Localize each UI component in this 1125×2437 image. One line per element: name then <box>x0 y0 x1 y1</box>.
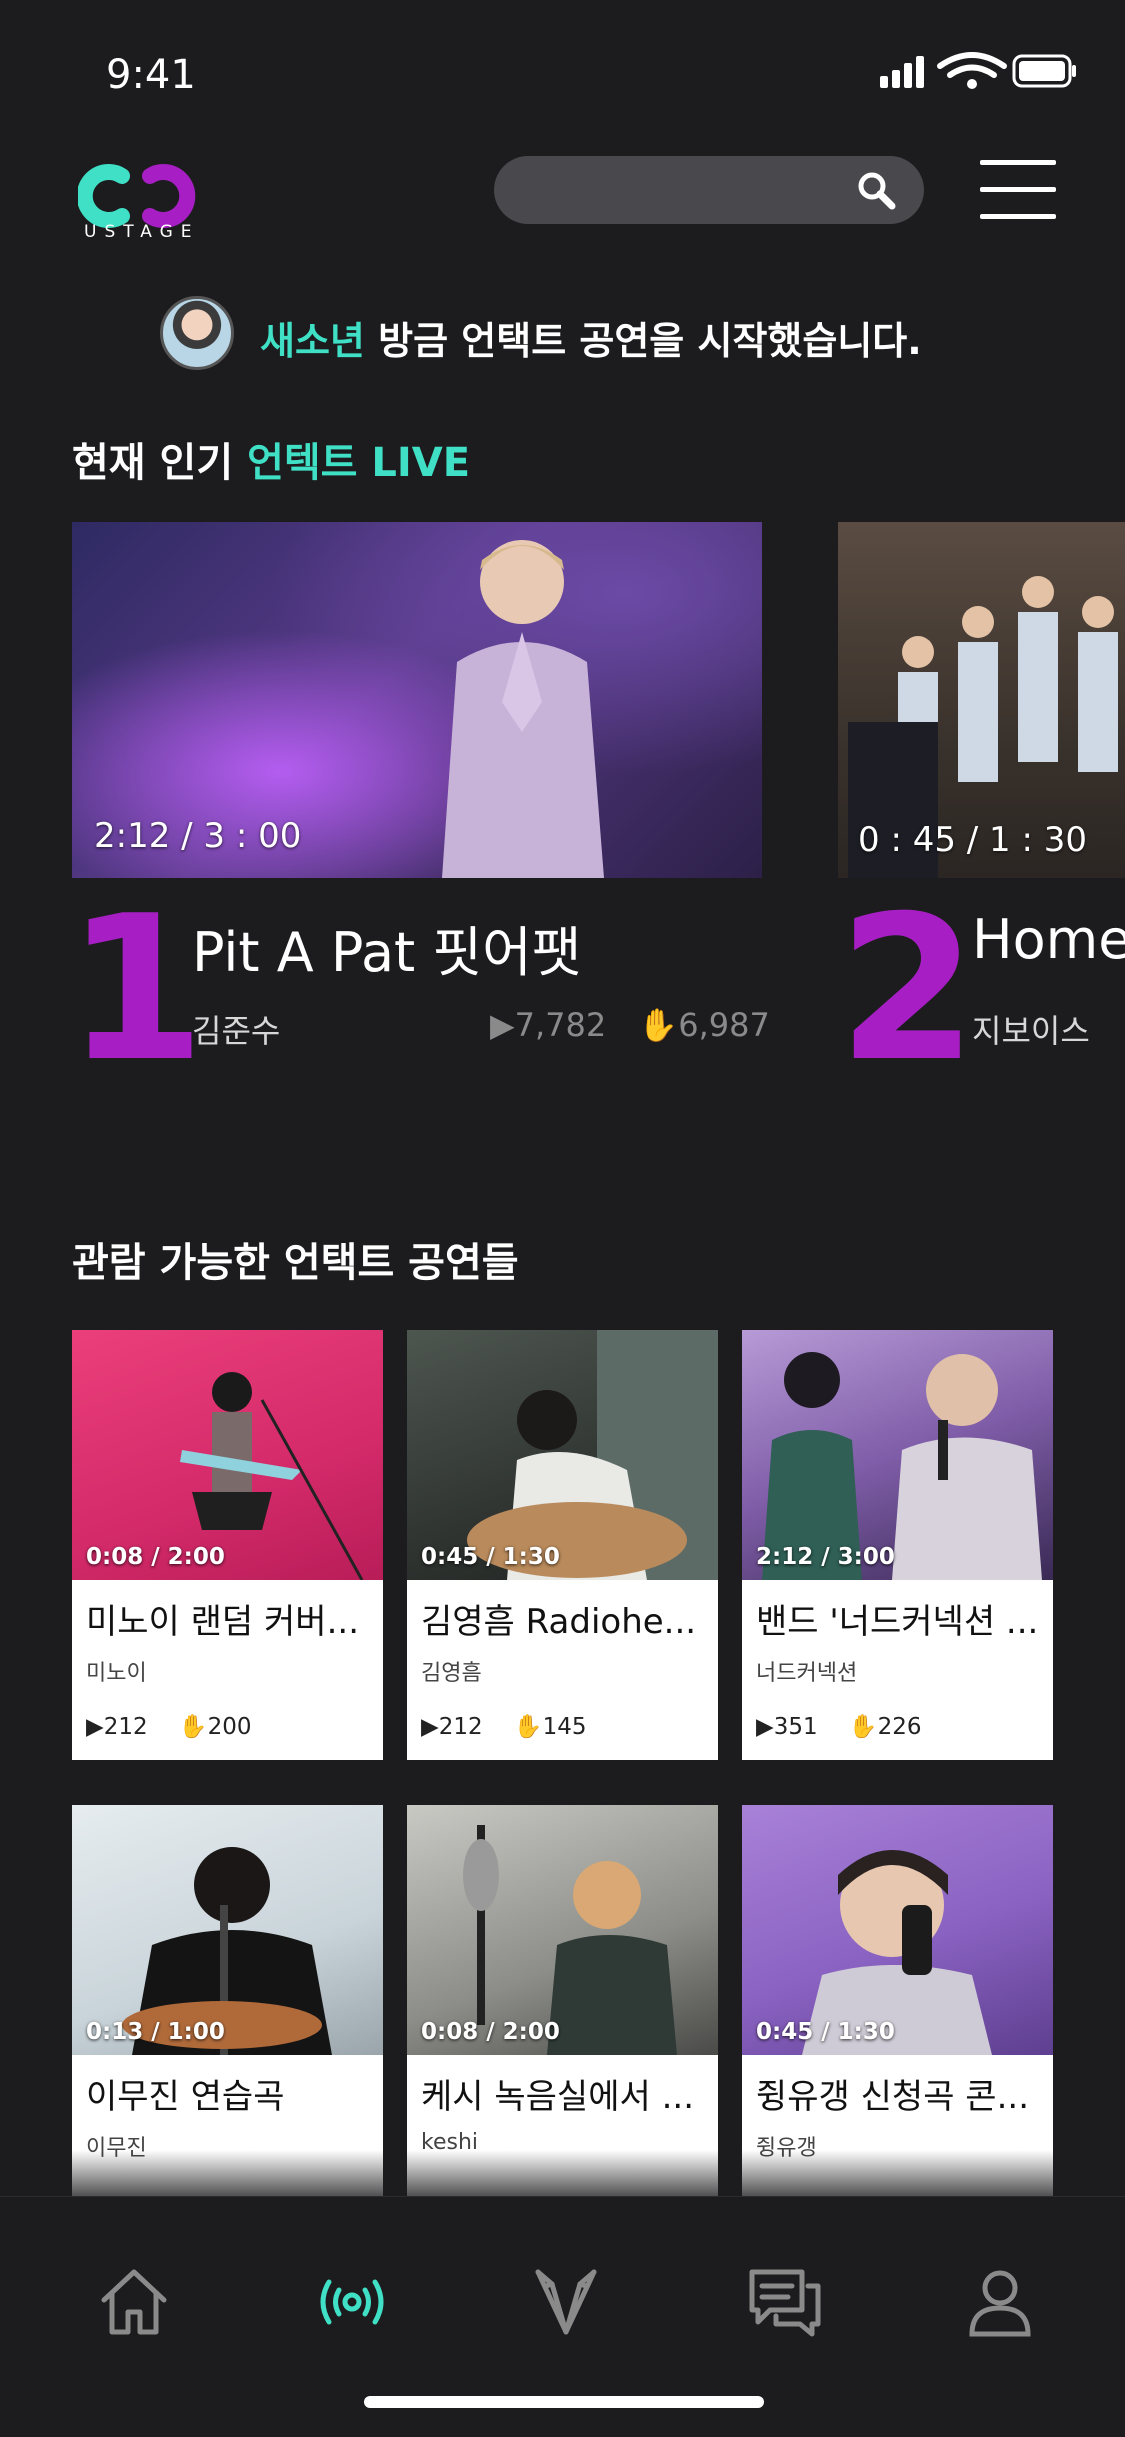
show-title[interactable]: 김영흠 Radiohe... <box>421 1594 704 1643</box>
search-icon[interactable] <box>856 170 896 210</box>
show-stats: ▶351 ✋226 <box>756 1713 1039 1740</box>
play-icon: ▶ <box>421 1714 439 1740</box>
show-stats: ▶212 ✋200 <box>86 1713 369 1740</box>
performer-image <box>802 1850 992 2055</box>
show-time: 0:08 / 2:00 <box>86 1544 225 1570</box>
show-time: 0:13 / 1:00 <box>86 2019 225 2045</box>
home-icon[interactable] <box>94 2262 174 2342</box>
show-time: 0:45 / 1:30 <box>421 1544 560 1570</box>
play-count: 212 <box>103 1714 148 1740</box>
play-icon: ▶ <box>86 1714 104 1740</box>
search-bar[interactable] <box>494 156 924 224</box>
like-count: 6,987 <box>678 1006 770 1044</box>
signal-icon <box>880 56 924 88</box>
show-time: 2:12 / 3:00 <box>756 1544 895 1570</box>
live-title[interactable]: Home <box>972 908 1125 971</box>
show-time: 0:45 / 1:30 <box>756 2019 895 2045</box>
live-artist[interactable]: 김준수 <box>192 1006 280 1052</box>
show-thumbnail[interactable]: 2:12 / 3:00 <box>742 1330 1053 1580</box>
rank-number: 2 <box>838 873 978 1106</box>
performer-image <box>122 1847 332 2055</box>
show-artist: 너드커넥션 <box>756 1661 858 1686</box>
show-thumbnail[interactable]: 0:08 / 2:00 <box>407 1805 718 2055</box>
performer-image <box>442 540 604 878</box>
show-card[interactable]: 0:45 / 1:30 김영흠 Radiohe... 김영흠 ▶212 ✋145 <box>407 1330 718 1760</box>
status-time: 9:41 <box>106 52 196 98</box>
show-stats: ▶212 ✋145 <box>421 1713 704 1740</box>
performer-image <box>463 1825 677 2055</box>
show-card[interactable]: 0:08 / 2:00 미노이 랜덤 커버... 미노이 ▶212 ✋200 <box>72 1330 383 1760</box>
show-thumbnail[interactable]: 0:13 / 1:00 <box>72 1805 383 2055</box>
show-thumbnail[interactable]: 0:08 / 2:00 <box>72 1330 383 1580</box>
show-card[interactable]: 0:08 / 2:00 케시 녹음실에서 ... keshi <box>407 1805 718 2205</box>
home-indicator <box>364 2396 764 2408</box>
chat-icon[interactable] <box>744 2262 824 2342</box>
show-title[interactable]: 이무진 연습곡 <box>86 2069 369 2118</box>
live-thumbnail-2[interactable]: 0 : 45 / 1 : 30 <box>838 522 1125 878</box>
wifi-icon <box>937 52 1007 78</box>
play-count: 351 <box>773 1714 818 1740</box>
live-section-title: 현재 인기 언텍트 LIVE <box>72 440 471 486</box>
show-title[interactable]: 밴드 '너드커넥션 ... <box>756 1594 1039 1643</box>
live-title[interactable]: Pit A Pat 핏어팻 <box>192 908 581 987</box>
show-thumbnail[interactable]: 0:45 / 1:30 <box>742 1805 1053 2055</box>
performer-image <box>762 1352 1042 1580</box>
stage-icon[interactable] <box>526 2262 606 2342</box>
clap-icon: ✋ <box>513 1714 543 1740</box>
live-icon[interactable] <box>312 2262 392 2342</box>
avatar[interactable] <box>160 296 234 370</box>
show-title[interactable]: 쥥유갱 신청곡 콘... <box>756 2069 1039 2118</box>
play-count: 7,782 <box>514 1006 607 1044</box>
play-icon: ▶ <box>490 1006 515 1044</box>
profile-icon[interactable] <box>960 2262 1040 2342</box>
show-card[interactable]: 0:45 / 1:30 쥥유갱 신청곡 콘... 쥥유갱 <box>742 1805 1053 2205</box>
live-artist[interactable]: 지보이스 <box>972 1006 1090 1052</box>
performer-image <box>467 1330 718 1580</box>
like-count: 145 <box>542 1714 587 1740</box>
menu-icon[interactable] <box>980 160 1056 220</box>
clap-icon: ✋ <box>848 1714 878 1740</box>
live-time: 0 : 45 / 1 : 30 <box>858 820 1088 860</box>
like-count: 226 <box>877 1714 922 1740</box>
show-artist: 미노이 <box>86 1661 147 1686</box>
play-count: 212 <box>438 1714 483 1740</box>
show-card[interactable]: 2:12 / 3:00 밴드 '너드커넥션 ... 너드커넥션 ▶351 ✋22… <box>742 1330 1053 1760</box>
clap-icon: ✋ <box>178 1714 208 1740</box>
available-section-title: 관람 가능한 언택트 공연들 <box>72 1240 519 1286</box>
logo-text: USTAGE <box>84 222 200 242</box>
show-thumbnail[interactable]: 0:45 / 1:30 <box>407 1330 718 1580</box>
show-artist: 김영흠 <box>421 1661 482 1686</box>
show-time: 0:08 / 2:00 <box>421 2019 560 2045</box>
show-title[interactable]: 미노이 랜덤 커버... <box>86 1594 369 1643</box>
show-card[interactable]: 0:13 / 1:00 이무진 연습곡 이무진 <box>72 1805 383 2205</box>
performer-image <box>180 1372 364 1580</box>
live-notice[interactable]: 새소년 방금 언택트 공연을 시작했습니다. <box>260 310 922 365</box>
clap-icon: ✋ <box>638 1006 679 1044</box>
notice-text: 방금 언택트 공연을 시작했습니다. <box>378 319 922 363</box>
like-count: 200 <box>207 1714 252 1740</box>
battery-icon <box>1012 54 1076 88</box>
play-icon: ▶ <box>756 1714 774 1740</box>
rank-number: 1 <box>66 873 206 1106</box>
show-title[interactable]: 케시 녹음실에서 ... <box>421 2069 704 2118</box>
live-stats: ▶7,782 ✋6,987 <box>490 1006 770 1044</box>
live-time: 2:12 / 3 : 00 <box>94 816 302 856</box>
live-thumbnail-1[interactable]: 2:12 / 3 : 00 <box>72 522 762 878</box>
notice-artist: 새소년 <box>260 319 365 363</box>
status-icons <box>880 52 1076 89</box>
